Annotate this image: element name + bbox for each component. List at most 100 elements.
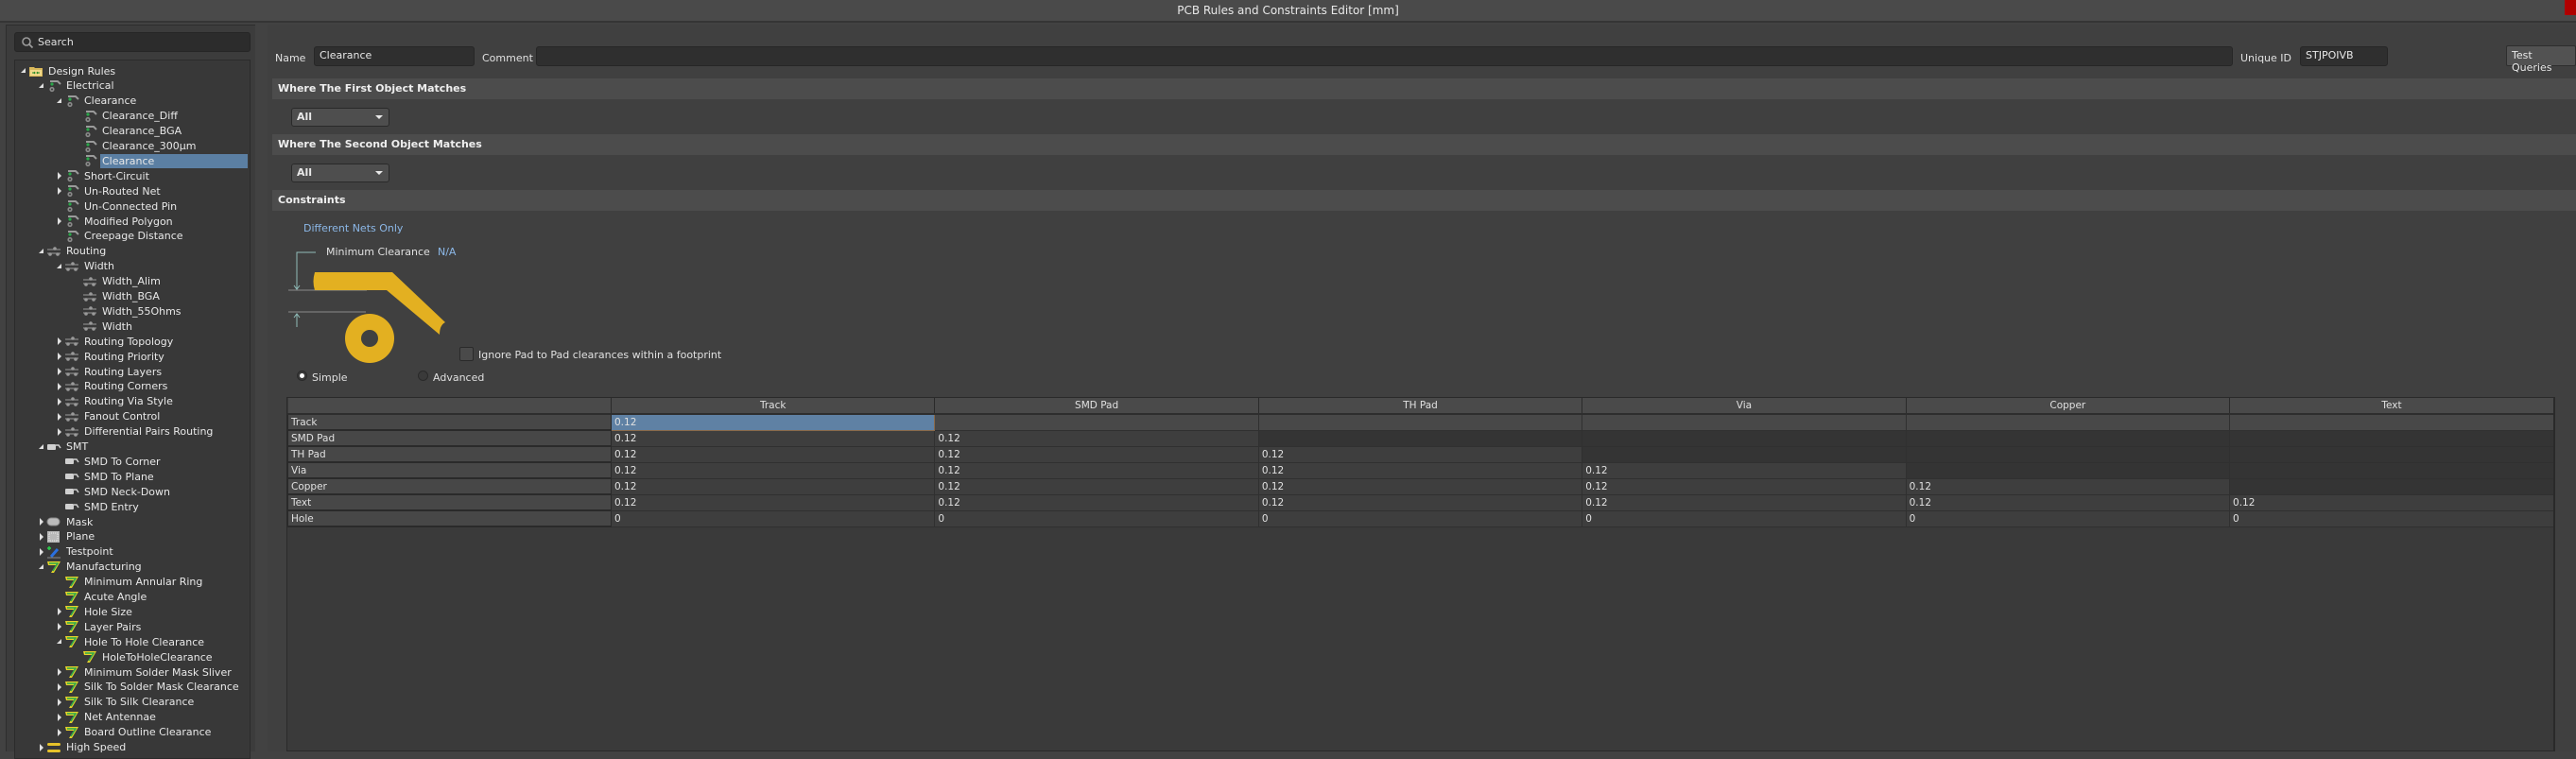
tree-item[interactable]: Plane (37, 529, 96, 544)
clearance-cell[interactable]: 0.12 (1905, 494, 2230, 511)
tree-item[interactable]: High Speed (37, 740, 128, 755)
tree-item[interactable]: Un-Connected Pin (55, 198, 179, 214)
clearance-cell[interactable]: 0 (934, 510, 1259, 527)
tree-item[interactable]: Routing Priority (55, 349, 166, 364)
clearance-cell[interactable]: 0.12 (1257, 478, 1582, 495)
tree-item[interactable]: Clearance (73, 153, 248, 168)
tree-item[interactable]: Hole To Hole Clearance (55, 634, 206, 649)
tree-item[interactable]: Clearance (55, 94, 138, 109)
tree-item[interactable]: Manufacturing (37, 560, 144, 575)
collapse-arrow-icon[interactable] (37, 81, 46, 91)
tree-item[interactable]: Short-Circuit (55, 168, 151, 183)
clearance-cell[interactable]: 0 (1257, 510, 1582, 527)
net-scope-link[interactable]: Different Nets Only (303, 222, 403, 234)
collapse-arrow-icon[interactable] (55, 96, 64, 106)
expand-arrow-icon[interactable] (37, 517, 46, 526)
clearance-cell[interactable]: 0.12 (1257, 462, 1582, 479)
column-header[interactable]: TH Pad (1257, 398, 1582, 415)
collapse-arrow-icon[interactable] (37, 442, 46, 452)
tree-item[interactable]: Minimum Annular Ring (55, 575, 204, 590)
tree-item[interactable]: SMT (37, 440, 90, 455)
row-header[interactable]: SMD Pad (287, 429, 612, 447)
collapse-arrow-icon[interactable] (19, 66, 28, 76)
search-box[interactable] (14, 32, 251, 52)
tree-item[interactable]: Un-Routed Net (55, 183, 163, 198)
unique-id-field[interactable]: STJPOIVB (2300, 46, 2388, 66)
expand-arrow-icon[interactable] (55, 698, 64, 707)
column-header[interactable]: SMD Pad (934, 398, 1259, 415)
expand-arrow-icon[interactable] (55, 412, 64, 422)
row-header[interactable]: Hole (287, 509, 612, 527)
clearance-cell[interactable]: 0.12 (610, 478, 935, 495)
clearance-cell[interactable]: 0.12 (934, 478, 1259, 495)
mode-simple-radio[interactable] (297, 371, 307, 381)
clearance-cell[interactable]: 0.12 (610, 430, 935, 447)
clearance-cell[interactable]: 0.12 (1582, 478, 1907, 495)
clearance-cell[interactable]: 0.12 (934, 430, 1259, 447)
expand-arrow-icon[interactable] (55, 427, 64, 437)
row-header[interactable]: Text (287, 493, 612, 511)
expand-arrow-icon[interactable] (55, 713, 64, 722)
tree-item[interactable]: Routing Layers (55, 364, 164, 379)
tree-item[interactable]: Design Rules (19, 63, 117, 78)
tree-item[interactable]: Hole Size (55, 604, 134, 619)
tree-item[interactable]: Creepage Distance (55, 229, 185, 244)
expand-arrow-icon[interactable] (55, 367, 64, 376)
tree-item[interactable]: SMD Neck-Down (55, 484, 172, 499)
clearance-cell[interactable]: 0 (2229, 510, 2553, 527)
tree-item[interactable]: SMD Entry (55, 499, 141, 514)
clearance-cell[interactable]: 0.12 (2229, 494, 2553, 511)
expand-arrow-icon[interactable] (37, 743, 46, 752)
row-header[interactable]: Copper (287, 477, 612, 495)
expand-arrow-icon[interactable] (55, 186, 64, 196)
tree-item[interactable]: Routing (37, 244, 108, 259)
tree-item[interactable]: Mask (37, 514, 95, 529)
clearance-cell[interactable]: 0.12 (1582, 494, 1907, 511)
tree-item[interactable]: Modified Polygon (55, 214, 175, 229)
tree-item[interactable]: Silk To Silk Clearance (55, 695, 196, 710)
clearance-cell[interactable]: 0.12 (1257, 446, 1582, 463)
tree-item[interactable]: SMD To Corner (55, 454, 163, 469)
collapse-arrow-icon[interactable] (37, 562, 46, 572)
expand-arrow-icon[interactable] (55, 682, 64, 692)
clearance-cell[interactable]: 0.12 (934, 462, 1259, 479)
column-header[interactable]: Via (1582, 398, 1907, 415)
tree-item[interactable]: Acute Angle (55, 590, 148, 605)
expand-arrow-icon[interactable] (55, 352, 64, 361)
tree-item[interactable]: Routing Corners (55, 379, 169, 394)
tree-item[interactable]: Minimum Solder Mask Sliver (55, 664, 233, 680)
tree-item[interactable]: Routing Topology (55, 334, 175, 349)
tree-item[interactable]: Net Antennae (55, 710, 158, 725)
tree-item[interactable]: Width_Alim (73, 274, 163, 289)
tree-item[interactable]: Width_55Ohms (73, 303, 183, 319)
expand-arrow-icon[interactable] (37, 532, 46, 542)
clearance-cell[interactable]: 0 (610, 510, 935, 527)
close-button[interactable] (2565, 0, 2576, 15)
tree-item[interactable]: Board Outline Clearance (55, 725, 213, 740)
clearance-cell[interactable]: 0.12 (934, 494, 1259, 511)
clearance-cell[interactable]: 0.12 (934, 446, 1259, 463)
collapse-arrow-icon[interactable] (55, 637, 64, 647)
tree-item[interactable]: Width_BGA (73, 289, 162, 304)
ignore-pad-checkbox[interactable] (459, 347, 474, 361)
expand-arrow-icon[interactable] (55, 216, 64, 226)
column-header[interactable]: Text (2229, 398, 2553, 415)
clearance-cell[interactable]: 0 (1905, 510, 2230, 527)
row-header[interactable]: Track (287, 413, 612, 431)
expand-arrow-icon[interactable] (55, 382, 64, 391)
first-match-select[interactable]: All (291, 108, 389, 127)
second-match-select[interactable]: All (291, 164, 389, 182)
expand-arrow-icon[interactable] (55, 336, 64, 346)
expand-arrow-icon[interactable] (55, 607, 64, 616)
row-header[interactable]: TH Pad (287, 445, 612, 463)
expand-arrow-icon[interactable] (55, 622, 64, 631)
rules-tree[interactable]: Design Rules Electrical Clearance Clearance… (14, 60, 251, 759)
comment-field[interactable] (536, 46, 2233, 66)
clearance-cell[interactable]: 0.12 (1582, 462, 1907, 479)
mode-advanced-radio[interactable] (418, 371, 428, 381)
expand-arrow-icon[interactable] (55, 728, 64, 737)
collapse-arrow-icon[interactable] (37, 247, 46, 256)
clearance-cell[interactable]: 0.12 (610, 494, 935, 511)
clearance-cell[interactable]: 0.12 (1905, 478, 2230, 495)
tree-item[interactable]: SMD To Plane (55, 469, 156, 484)
